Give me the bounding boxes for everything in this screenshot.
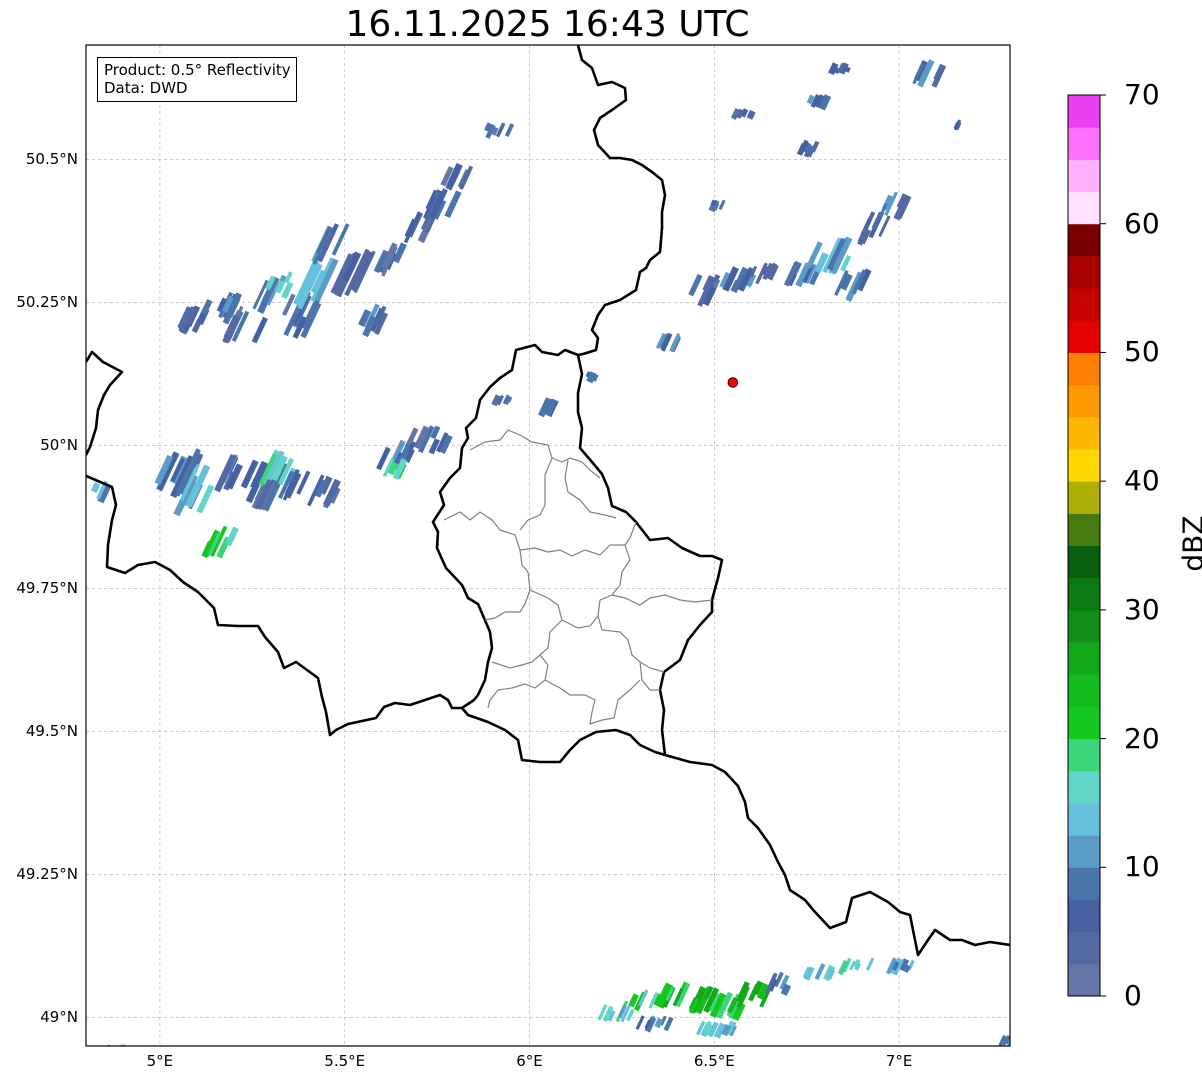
echo-cell: [746, 109, 756, 120]
colorbar-tick-label: 60: [1124, 206, 1160, 240]
colorbar-segment: [1068, 223, 1100, 257]
colorbar-segment: [1068, 545, 1100, 579]
echo-cell: [444, 190, 462, 218]
colorbar-segment: [1068, 159, 1100, 193]
lat-tick-label: 49°N: [40, 1008, 78, 1027]
colorbar-segment: [1068, 867, 1100, 900]
source-text: Data: DWD: [104, 79, 188, 97]
echo-cell: [251, 316, 268, 344]
echo-cell: [225, 526, 239, 547]
border-luxembourg: [431, 343, 724, 756]
lat-tick-label: 50°N: [40, 436, 78, 455]
info-box: Product: 0.5° Reflectivity Data: DWD: [97, 57, 297, 102]
colorbar-segment: [1068, 609, 1100, 643]
colorbar-segment: [1068, 899, 1100, 933]
echo-cell: [201, 299, 213, 315]
colorbar-tick-label: 20: [1124, 721, 1160, 755]
lat-tick-label: 49.5°N: [25, 722, 78, 741]
colorbar-tick-label: 0: [1124, 979, 1142, 1012]
colorbar: [1067, 94, 1106, 997]
lat-tick-label: 50.25°N: [16, 293, 78, 312]
reflectivity-echoes: [90, 59, 1010, 1061]
colorbar-segment: [1068, 448, 1100, 482]
radar-site-marker: [727, 377, 739, 388]
country-borders: [86, 45, 1010, 957]
colorbar-segment: [1068, 931, 1100, 965]
colorbar-tick-label: 50: [1124, 335, 1160, 369]
colorbar-segment: [1068, 577, 1100, 611]
colorbar-segment: [1068, 95, 1100, 128]
border-germany-france: [664, 753, 1010, 957]
lon-tick-label: 5.5°E: [324, 1052, 366, 1070]
colorbar-segment: [1068, 255, 1100, 289]
colorbar-segment: [1068, 352, 1100, 386]
echo-cell: [718, 199, 726, 211]
colorbar-segment: [1068, 770, 1100, 804]
border-lux-france: [461, 707, 666, 764]
colorbar-segment: [1068, 416, 1100, 450]
colorbar-segment: [1068, 963, 1100, 997]
lon-tick-label: 7°E: [885, 1052, 913, 1070]
colorbar-unit-label: dBZ: [1176, 515, 1202, 572]
lat-tick-label: 49.75°N: [16, 579, 78, 598]
echo-cell: [90, 482, 101, 494]
colorbar-segment: [1068, 802, 1100, 836]
border-belgium-france: [86, 350, 124, 456]
echo-band-nw: [177, 122, 515, 344]
colorbar-tick-label: 10: [1124, 850, 1160, 884]
echo-band-ne: [491, 59, 962, 418]
echo-cell: [688, 273, 703, 297]
colorbar-segment: [1068, 481, 1100, 514]
lat-tick-label: 50.5°N: [25, 150, 78, 169]
colorbar-segment: [1068, 642, 1100, 675]
colorbar-segment: [1068, 674, 1100, 707]
product-text: Product: 0.5° Reflectivity: [104, 61, 291, 79]
radar-map: [85, 44, 1106, 1061]
colorbar-segment: [1068, 288, 1100, 321]
echo-cell: [499, 122, 506, 131]
colorbar-segment: [1068, 384, 1100, 418]
border-germany-belgium: [576, 45, 667, 357]
colorbar-tick-label: 70: [1124, 78, 1160, 111]
echo-cell: [865, 957, 875, 971]
echo-band-w: [90, 425, 453, 559]
echo-cell: [504, 123, 515, 137]
colorbar-segment: [1068, 320, 1100, 353]
colorbar-segment: [1068, 706, 1100, 740]
lat-tick-label: 49.25°N: [16, 865, 78, 884]
lon-tick-label: 6.5°E: [693, 1052, 735, 1070]
border-belgium-france-south: [86, 474, 480, 737]
colorbar-tick-label: 40: [1124, 464, 1160, 498]
colorbar-segment: [1068, 191, 1100, 225]
colorbar-segment: [1068, 835, 1100, 868]
lon-tick-label: 6°E: [516, 1052, 543, 1070]
colorbar-segment: [1068, 513, 1100, 546]
colorbar-tick-label: 30: [1124, 592, 1160, 626]
colorbar-segment: [1068, 738, 1100, 772]
colorbar-segment: [1068, 127, 1100, 160]
echo-cell: [109, 1053, 116, 1061]
lon-tick-label: 5°E: [146, 1052, 174, 1070]
echo-cell: [115, 1047, 123, 1056]
